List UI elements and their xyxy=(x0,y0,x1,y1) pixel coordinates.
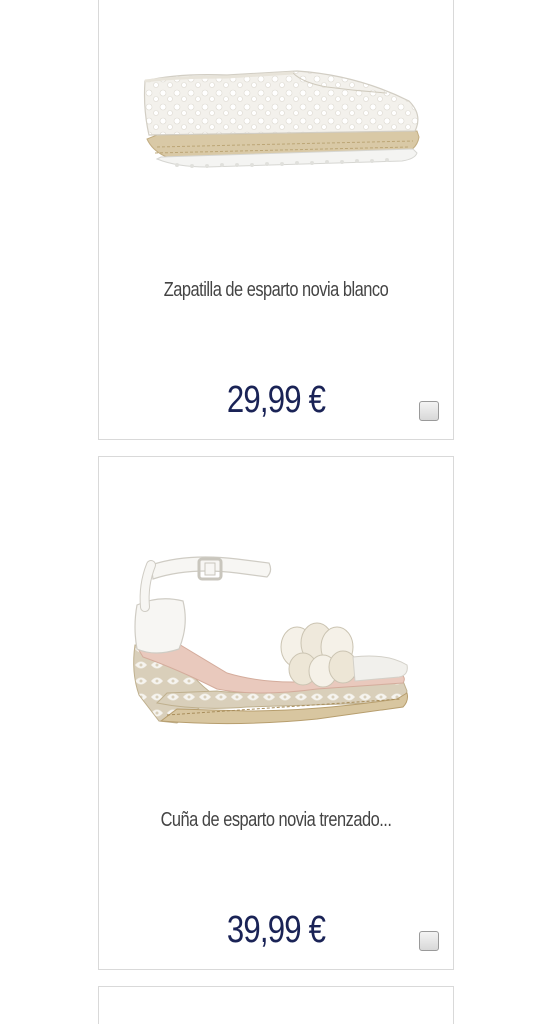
wedge-sandal-icon xyxy=(133,556,408,725)
product-name[interactable]: Cuña de esparto novia trenzado... xyxy=(131,809,421,832)
product-list-page: Zapatilla de esparto novia blanco 29,99 … xyxy=(0,0,554,1024)
product-price: 29,99 € xyxy=(226,379,326,421)
product-card[interactable] xyxy=(98,986,454,1024)
compare-checkbox[interactable] xyxy=(419,931,439,951)
espadrille-icon xyxy=(143,70,420,168)
compare-checkbox[interactable] xyxy=(419,401,439,421)
product-price: 39,99 € xyxy=(226,909,326,951)
product-card[interactable]: Cuña de esparto novia trenzado... 39,99 … xyxy=(98,456,454,970)
product-card[interactable]: Zapatilla de esparto novia blanco 29,99 … xyxy=(98,0,454,440)
wedge-sandal-image[interactable] xyxy=(117,497,435,797)
product-name[interactable]: Zapatilla de esparto novia blanco xyxy=(131,279,421,302)
espadrille-shoe-image[interactable] xyxy=(117,19,435,229)
